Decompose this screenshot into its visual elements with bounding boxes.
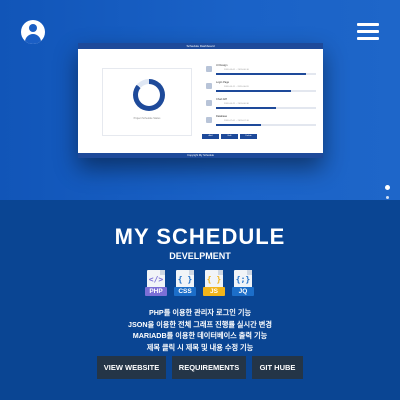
task-title: UI Design — [216, 64, 228, 67]
preview-task-item: UI Design 2020-06-01 ~ 2020-06-10 — [202, 63, 322, 77]
task-progress-track — [216, 90, 316, 92]
requirements-button[interactable]: REQUIREMENTS — [172, 356, 246, 379]
user-icon-body — [25, 34, 41, 44]
git-hub-button[interactable]: GIT HUBE — [252, 356, 303, 379]
task-progress-track — [216, 107, 316, 109]
hero-banner: Schedule Dashboard Project Schedule Stat… — [0, 0, 400, 200]
preview-donut-card: Project Schedule Status — [102, 68, 192, 136]
task-date: 2020-07-01 ~ 2020-07-10 — [224, 120, 249, 122]
task-icon — [206, 66, 212, 72]
task-date: 2020-06-11 ~ 2020-06-20 — [224, 86, 249, 88]
preview-donut-chart — [133, 79, 165, 111]
preview-button: Add — [202, 134, 219, 139]
tech-label: JS — [203, 287, 225, 296]
feature-item: JSON을 이용한 전체 그래프 진행률 실시간 변경 — [128, 319, 272, 329]
menu-bar — [357, 37, 379, 40]
task-title: Login Page — [216, 81, 230, 84]
preview-footer: Copyright My Schedule — [78, 153, 323, 158]
feature-item: MARIADB를 이용한 데이터베이스 출력 기능 — [132, 331, 268, 340]
task-date: 2020-06-01 ~ 2020-06-10 — [224, 69, 249, 71]
task-progress-fill — [216, 73, 306, 75]
menu-bar — [357, 30, 379, 33]
tech-label: CSS — [174, 287, 196, 296]
task-progress-track — [216, 73, 316, 75]
preview-button: Edit — [221, 134, 238, 139]
file-symbol: </> — [148, 275, 164, 284]
dashboard-preview-window: Schedule Dashboard Project Schedule Stat… — [78, 43, 323, 158]
feature-item: PHP를 이용한 관리자 로그인 기능 — [148, 308, 252, 317]
preview-donut-caption: Project Schedule Status — [133, 117, 161, 120]
hamburger-menu-icon[interactable] — [357, 23, 379, 41]
preview-button: Delete — [240, 134, 257, 139]
menu-bar — [357, 23, 379, 26]
project-title: MY SCHEDULE — [114, 224, 286, 249]
preview-task-item: Login Page 2020-06-11 ~ 2020-06-20 — [202, 80, 322, 94]
task-title: Database — [216, 115, 228, 118]
preview-task-list: UI Design 2020-06-01 ~ 2020-06-10 Login Pa… — [202, 63, 322, 131]
js-file-icon: { } JS — [203, 270, 225, 298]
jquery-file-icon: {;} JQ — [232, 270, 254, 298]
user-icon-head — [29, 24, 37, 32]
pager-dot[interactable] — [384, 185, 390, 190]
css-file-icon: { } CSS — [174, 270, 196, 298]
task-icon — [206, 100, 212, 106]
tech-label: JQ — [232, 287, 254, 296]
project-subtitle: DEVELPMENT — [169, 251, 231, 261]
tech-stack: </> PHP { } CSS { } JS {;} JQ — [145, 270, 260, 298]
preview-task-item: Chart API 2020-06-21 ~ 2020-06-30 — [202, 97, 322, 111]
task-date: 2020-06-21 ~ 2020-06-30 — [224, 103, 249, 105]
pager-dot[interactable] — [385, 196, 389, 199]
preview-buttons: Add Edit Delete — [202, 123, 259, 141]
feature-list: PHP를 이용한 관리자 로그인 기능 JSON을 이용한 전체 그래프 진행률 … — [0, 307, 400, 353]
file-symbol: { } — [206, 275, 222, 284]
feature-item: 제목 클릭 시 제목 및 내용 수정 기능 — [146, 342, 254, 352]
preview-title: Schedule Dashboard — [78, 43, 323, 49]
task-title: Chart API — [216, 98, 228, 101]
tech-label: PHP — [145, 287, 167, 296]
task-progress-fill — [216, 107, 276, 109]
php-file-icon: </> PHP — [145, 270, 167, 298]
task-progress-fill — [216, 90, 291, 92]
view-website-button[interactable]: VIEW WEBSITE — [97, 356, 166, 379]
user-icon[interactable] — [21, 20, 45, 44]
task-icon — [206, 83, 212, 89]
file-symbol: {;} — [235, 275, 251, 284]
file-symbol: { } — [177, 275, 193, 284]
